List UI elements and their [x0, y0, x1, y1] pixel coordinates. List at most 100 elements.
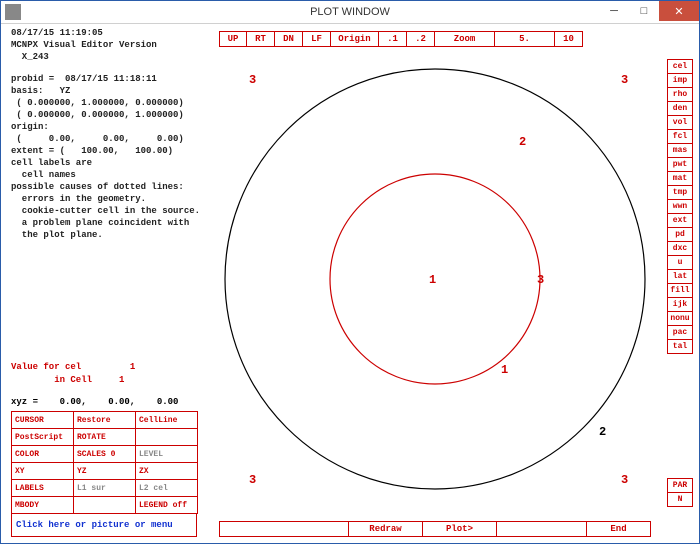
grid-btn-L1 sur[interactable]: L1 sur: [73, 479, 136, 497]
plot-area[interactable]: 1 3 3 3 3 2 3 1 2: [219, 55, 651, 503]
plot-label-3r: 3: [537, 273, 544, 287]
grid-btn-Restore[interactable]: Restore: [73, 411, 136, 429]
close-button[interactable]: ✕: [659, 1, 699, 21]
program-name: MCNPX Visual Editor Version: [11, 39, 211, 51]
grid-btn-YZ[interactable]: YZ: [73, 462, 136, 480]
dotted-cause-head: possible causes of dotted lines:: [11, 181, 211, 193]
plot-window: PLOT WINDOW ─ □ ✕ 08/17/15 11:19:05 MCNP…: [0, 0, 700, 544]
cell-labels-1: cell labels are: [11, 157, 211, 169]
right-btn-tal[interactable]: tal: [667, 339, 693, 354]
bottom-btn-3[interactable]: [497, 521, 587, 537]
grid-btn-SCALES 0[interactable]: SCALES 0: [73, 445, 136, 463]
grid-btn-blank-16[interactable]: [73, 496, 136, 514]
right-btn-fcl[interactable]: fcl: [667, 129, 693, 144]
top-btn-DN[interactable]: DN: [275, 31, 303, 47]
right-btn-tmp[interactable]: tmp: [667, 185, 693, 200]
status-block: Value for cel 1 in Cell 1: [11, 361, 135, 387]
grid-btn-L2 cel[interactable]: L2 cel: [135, 479, 198, 497]
grid-btn-XY[interactable]: XY: [11, 462, 74, 480]
file-name: X_243: [11, 51, 211, 63]
top-btn-LF[interactable]: LF: [303, 31, 331, 47]
right-btn-wwn[interactable]: wwn: [667, 199, 693, 214]
grid-btn-ZX[interactable]: ZX: [135, 462, 198, 480]
maximize-button[interactable]: □: [629, 1, 659, 21]
plot-label-2a: 2: [519, 135, 526, 149]
par-button[interactable]: PAR: [667, 478, 693, 493]
grid-btn-COLOR[interactable]: COLOR: [11, 445, 74, 463]
plot-label-tr: 3: [621, 73, 628, 87]
grid-btn-PostScript[interactable]: PostScript: [11, 428, 74, 446]
window-body: 08/17/15 11:19:05 MCNPX Visual Editor Ve…: [1, 23, 699, 543]
right-btn-dxc[interactable]: dxc: [667, 241, 693, 256]
top-btn-RT[interactable]: RT: [247, 31, 275, 47]
top-btn-.2[interactable]: .2: [407, 31, 435, 47]
right-btn-lat[interactable]: lat: [667, 269, 693, 284]
bottom-btn-Redraw[interactable]: Redraw: [349, 521, 423, 537]
basis-v2: ( 0.000000, 0.000000, 1.000000): [11, 109, 211, 121]
grid-btn-blank-5[interactable]: [135, 428, 198, 446]
right-btn-rho[interactable]: rho: [667, 87, 693, 102]
dotted-cause-4: the plot plane.: [11, 229, 211, 241]
bottom-btn-End[interactable]: End: [587, 521, 651, 537]
grid-btn-LEGEND off[interactable]: LEGEND off: [135, 496, 198, 514]
right-btn-pwt[interactable]: pwt: [667, 157, 693, 172]
right-btn-fill[interactable]: fill: [667, 283, 693, 298]
n-button[interactable]: N: [667, 492, 693, 507]
plot-label-1b: 1: [501, 363, 508, 377]
window-title: PLOT WINDOW: [1, 6, 699, 18]
grid-btn-ROTATE[interactable]: ROTATE: [73, 428, 136, 446]
plot-label-2b: 2: [599, 425, 606, 439]
top-btn-Origin[interactable]: Origin: [331, 31, 379, 47]
right-btn-vol[interactable]: vol: [667, 115, 693, 130]
dotted-cause-3: a problem plane coincident with: [11, 217, 211, 229]
grid-btn-MBODY[interactable]: MBODY: [11, 496, 74, 514]
grid-btn-CellLine[interactable]: CellLine: [135, 411, 198, 429]
right-btn-imp[interactable]: imp: [667, 73, 693, 88]
incell-line: in Cell 1: [11, 375, 124, 385]
timestamp: 08/17/15 11:19:05: [11, 27, 211, 39]
dotted-cause-1: errors in the geometry.: [11, 193, 211, 205]
top-btn-UP[interactable]: UP: [219, 31, 247, 47]
right-btn-ext[interactable]: ext: [667, 213, 693, 228]
spacer: [11, 63, 211, 73]
bottom-btn-0[interactable]: [219, 521, 349, 537]
right-btn-mat[interactable]: mat: [667, 171, 693, 186]
top-btn-5.[interactable]: 5.: [495, 31, 555, 47]
top-btn-.1[interactable]: .1: [379, 31, 407, 47]
plot-label-1: 1: [429, 273, 436, 287]
grid-btn-CURSOR[interactable]: CURSOR: [11, 411, 74, 429]
bottom-button-row: RedrawPlot> End: [219, 521, 651, 537]
grid-btn-LEVEL[interactable]: LEVEL: [135, 445, 198, 463]
bottom-btn-Plot>[interactable]: Plot>: [423, 521, 497, 537]
right-btn-cel[interactable]: cel: [667, 59, 693, 74]
plot-label-tl: 3: [249, 73, 256, 87]
info-panel: 08/17/15 11:19:05 MCNPX Visual Editor Ve…: [11, 27, 211, 241]
right-btn-nonu[interactable]: nonu: [667, 311, 693, 326]
origin-label: origin:: [11, 121, 211, 133]
left-button-grid: CURSORRestoreCellLine PostScriptROTATECOL…: [11, 411, 197, 513]
right-btn-mas[interactable]: mas: [667, 143, 693, 158]
right-btn-den[interactable]: den: [667, 101, 693, 116]
top-button-row: UPRTDNLFOrigin.1.2Zoom5.10: [219, 31, 583, 47]
titlebar: PLOT WINDOW ─ □ ✕: [1, 1, 699, 24]
window-buttons: ─ □ ✕: [599, 1, 699, 21]
right-btn-pac[interactable]: pac: [667, 325, 693, 340]
dotted-cause-2: cookie-cutter cell in the source.: [11, 205, 211, 217]
grid-btn-LABELS[interactable]: LABELS: [11, 479, 74, 497]
right-btn-ijk[interactable]: ijk: [667, 297, 693, 312]
right-button-column: celimprhodenvolfclmaspwtmattmpwwnextpddx…: [667, 59, 693, 353]
origin-value: ( 0.00, 0.00, 0.00): [11, 133, 211, 145]
cell-labels-2: cell names: [11, 169, 211, 181]
plot-label-bl: 3: [249, 473, 256, 487]
click-hint[interactable]: Click here or picture or menu: [11, 513, 197, 537]
value-line: Value for cel 1: [11, 362, 135, 372]
top-btn-10[interactable]: 10: [555, 31, 583, 47]
basis: basis: YZ: [11, 85, 211, 97]
right-btn-u[interactable]: u: [667, 255, 693, 270]
extent: extent = ( 100.00, 100.00): [11, 145, 211, 157]
minimize-button[interactable]: ─: [599, 1, 629, 21]
xyz-line: xyz = 0.00, 0.00, 0.00: [11, 397, 178, 407]
right-btn-pd[interactable]: pd: [667, 227, 693, 242]
plot-label-br: 3: [621, 473, 628, 487]
top-btn-Zoom[interactable]: Zoom: [435, 31, 495, 47]
